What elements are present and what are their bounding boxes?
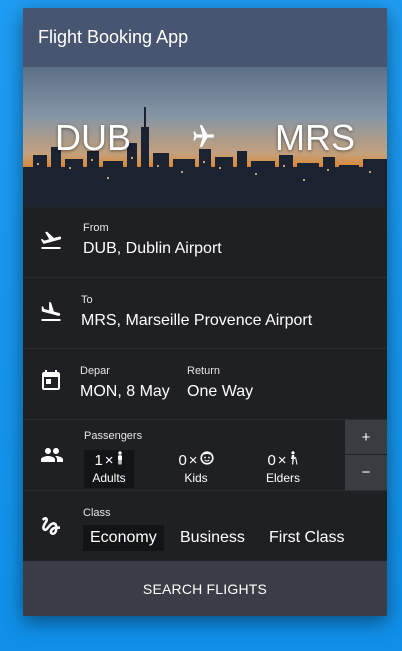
elder-icon (289, 451, 299, 469)
destination-code: MRS (275, 117, 355, 158)
from-value: DUB, Dublin Airport (83, 240, 222, 257)
elders-count: 0 (267, 451, 276, 469)
flight-takeoff-icon (39, 228, 63, 257)
class-option-business[interactable]: Business (173, 525, 252, 551)
class-option-economy[interactable]: Economy (83, 525, 164, 551)
class-option-first-class[interactable]: First Class (262, 525, 352, 551)
class-label: Class (83, 507, 111, 519)
passengers-label: Passengers (84, 430, 143, 442)
depart-value: MON, 8 May (80, 383, 170, 400)
adult-icon (116, 451, 124, 469)
adults-times: × (104, 451, 114, 469)
flight-land-icon (39, 300, 63, 329)
to-field[interactable]: To MRS, Marseille Provence Airport (23, 278, 387, 349)
elders-counter[interactable]: 0 × Elders (258, 450, 308, 485)
return-value: One Way (187, 383, 254, 400)
class-field: Class Economy Business First Class (23, 491, 387, 561)
to-value: MRS, Marseille Provence Airport (81, 312, 313, 329)
seat-icon (39, 514, 63, 543)
elders-times: × (277, 451, 287, 469)
app-title: Flight Booking App (38, 27, 189, 47)
passengers-field: Passengers 1 × Adults 0 × Kids 0 × Elder… (23, 420, 387, 491)
adults-count: 1 (94, 451, 103, 469)
calendar-icon (39, 368, 63, 397)
search-flights-button[interactable]: SEARCH FLIGHTS (23, 561, 387, 616)
people-icon (39, 443, 65, 472)
decrement-button[interactable]: − (345, 455, 387, 490)
from-field[interactable]: From DUB, Dublin Airport (23, 207, 387, 278)
kids-times: × (188, 451, 198, 469)
adults-counter[interactable]: 1 × Adults (84, 450, 134, 488)
to-label: To (81, 294, 93, 306)
app-bar: Flight Booking App (23, 8, 387, 67)
return-label: Return (187, 365, 221, 377)
kids-label: Kids (184, 471, 208, 485)
booking-card: Flight Booking App DUB MRS From DUB, Dub… (23, 8, 387, 616)
elders-label: Elders (265, 471, 300, 485)
passenger-stepper: + − (345, 420, 387, 490)
date-field: Depar MON, 8 May Return One Way (23, 349, 387, 420)
kids-counter[interactable]: 0 × Kids (171, 450, 221, 485)
depart-label: Depar (80, 365, 110, 377)
from-label: From (83, 222, 109, 234)
origin-code: DUB (55, 117, 132, 158)
kids-count: 0 (178, 451, 187, 469)
hero-banner: DUB MRS (23, 67, 387, 207)
increment-button[interactable]: + (345, 420, 387, 455)
child-face-icon (199, 451, 214, 469)
adults-label: Adults (92, 471, 126, 485)
